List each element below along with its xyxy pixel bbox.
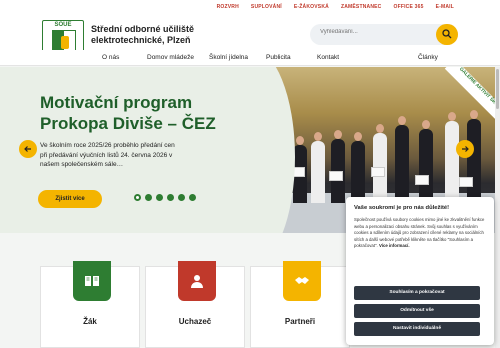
link-suplovani[interactable]: SUPLOVÁNÍ bbox=[245, 0, 288, 10]
slider-dot[interactable] bbox=[156, 194, 163, 201]
slider-dots bbox=[134, 194, 196, 201]
slider-dot[interactable] bbox=[178, 194, 185, 201]
diploma bbox=[459, 177, 473, 187]
school-name[interactable]: Střední odborné učiliště elektrotechnick… bbox=[91, 24, 251, 46]
nav-item-kontakt[interactable]: Kontakt bbox=[317, 54, 339, 61]
nav-item-clanky[interactable]: Články bbox=[418, 54, 438, 61]
link-email[interactable]: E-MAIL bbox=[430, 0, 460, 10]
card-icon-box bbox=[283, 261, 321, 301]
link-zamestnanec[interactable]: ZAMĚSTNANEC bbox=[335, 0, 388, 10]
page-scrollbar[interactable] bbox=[495, 67, 500, 348]
hero-cta-button[interactable]: Zjistit více bbox=[38, 190, 102, 208]
person bbox=[445, 112, 459, 203]
cookie-body: Společnost používá soubory cookies mimo … bbox=[354, 217, 486, 250]
book-icon bbox=[85, 276, 99, 286]
slider-dot[interactable] bbox=[167, 194, 174, 201]
diploma bbox=[329, 171, 343, 181]
cookie-more-info-link[interactable]: Více informací. bbox=[379, 243, 410, 248]
slider-dot[interactable] bbox=[134, 194, 141, 201]
search-icon bbox=[442, 29, 452, 39]
cookie-consent-panel: Vaše soukromí je pro nás důležité! Spole… bbox=[346, 197, 494, 345]
link-rozvrh[interactable]: ROZVRH bbox=[211, 0, 245, 10]
person bbox=[351, 132, 365, 203]
cookie-reject-button[interactable]: Odmítnout vše bbox=[354, 304, 480, 318]
arrow-right-icon bbox=[462, 146, 469, 152]
main-nav: O nás Domov mládeže Školní jídelna Publi… bbox=[0, 50, 500, 66]
card-icon-box bbox=[178, 261, 216, 301]
search-bar bbox=[310, 24, 458, 45]
handshake-icon bbox=[295, 277, 309, 284]
nav-item-domov-mladeze[interactable]: Domov mládeže bbox=[147, 54, 194, 61]
card-uchazec[interactable]: Uchazeč bbox=[145, 261, 245, 348]
utility-links: ROZVRH SUPLOVÁNÍ E-ŽÁKOVSKÁ ZAMĚSTNANEC … bbox=[211, 0, 460, 10]
scrollbar-thumb[interactable] bbox=[496, 69, 499, 109]
diploma bbox=[415, 175, 429, 185]
cookie-body-text: Společnost používá soubory cookies mimo … bbox=[354, 217, 485, 248]
card-label: Žák bbox=[83, 317, 97, 326]
card-partneri[interactable]: Partneři bbox=[250, 261, 350, 348]
card-zak[interactable]: Žák bbox=[40, 261, 140, 348]
nav-item-publicita[interactable]: Publicita bbox=[266, 54, 291, 61]
slider-dot[interactable] bbox=[189, 194, 196, 201]
diploma bbox=[371, 167, 385, 177]
person bbox=[467, 110, 481, 203]
card-label: Uchazeč bbox=[178, 317, 212, 326]
person bbox=[311, 132, 325, 203]
logo-text: SOUE bbox=[54, 22, 72, 28]
slider-next-button[interactable] bbox=[456, 140, 474, 158]
site-header: SOUE Střední odborné učiliště elektrotec… bbox=[0, 14, 500, 62]
person bbox=[395, 116, 409, 203]
arrow-left-icon bbox=[24, 146, 31, 152]
nav-item-o-nas[interactable]: O nás bbox=[102, 54, 119, 61]
nav-item-skolni-jidelna[interactable]: Školní jídelna bbox=[209, 54, 248, 61]
cookie-title: Vaše soukromí je pro nás důležité! bbox=[354, 205, 450, 211]
person bbox=[419, 120, 433, 203]
card-icon-box bbox=[73, 261, 111, 301]
hero-title: Motivační program Prokopa Diviše – ČEZ bbox=[40, 93, 216, 133]
cookie-accept-button[interactable]: Souhlasím a pokračovat bbox=[354, 286, 480, 300]
slider-dot[interactable] bbox=[145, 194, 152, 201]
slider-prev-button[interactable] bbox=[19, 140, 37, 158]
search-button[interactable] bbox=[436, 24, 458, 45]
card-label: Partneři bbox=[284, 317, 316, 326]
person-icon bbox=[191, 275, 203, 288]
cookie-custom-button[interactable]: Nastavit individuálně bbox=[354, 322, 480, 336]
link-e-zakovska[interactable]: E-ŽÁKOVSKÁ bbox=[288, 0, 335, 10]
utility-bar: ROZVRH SUPLOVÁNÍ E-ŽÁKOVSKÁ ZAMĚSTNANEC … bbox=[0, 0, 500, 14]
hero-text: Ve školním roce 2025/26 proběhlo předání… bbox=[40, 142, 175, 168]
search-input[interactable] bbox=[320, 29, 430, 35]
link-office365[interactable]: OFFICE 365 bbox=[388, 0, 430, 10]
